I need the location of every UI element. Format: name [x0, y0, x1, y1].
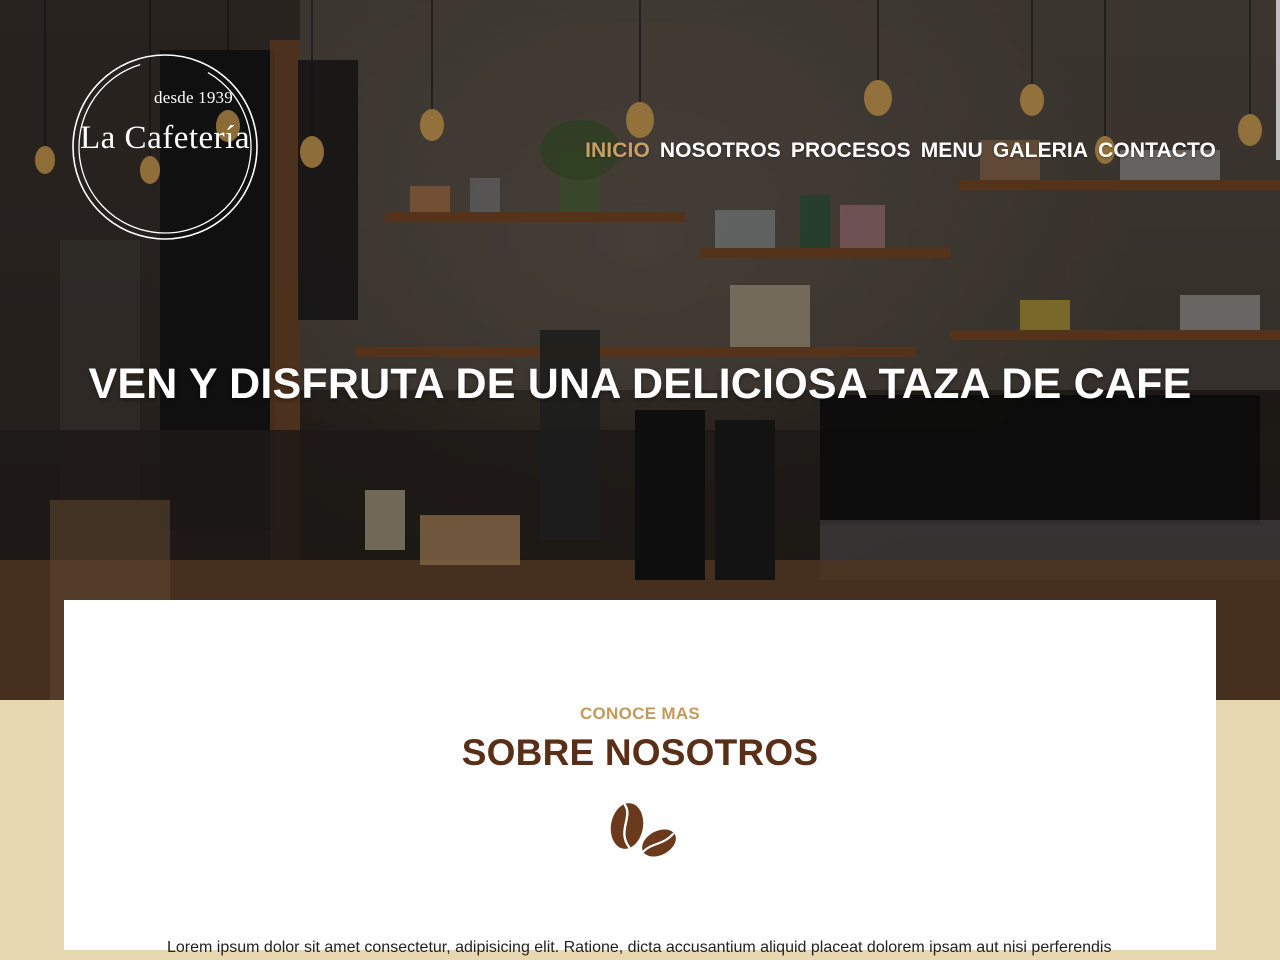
- about-section: CONOCE MAS SOBRE NOSOTROS Lorem ipsum do…: [64, 600, 1216, 956]
- nav-item-galeria[interactable]: GALERIA: [993, 139, 1088, 163]
- nav-item-inicio[interactable]: INICIO: [585, 139, 650, 163]
- hero-title: VEN Y DISFRUTA DE UNA DELICIOSA TAZA DE …: [88, 360, 1192, 408]
- about-heading: SOBRE NOSOTROS: [461, 732, 819, 773]
- nav-item-nosotros[interactable]: NOSOTROS: [660, 139, 781, 163]
- logo-since-text: desde 1939: [154, 88, 233, 107]
- logo[interactable]: desde 1939 La Cafetería: [72, 52, 262, 242]
- nav-item-contacto[interactable]: CONTACTO: [1098, 139, 1216, 163]
- hero-section: desde 1939 La Cafetería INICIO NOSOTROS …: [0, 0, 1280, 700]
- about-paragraph: Lorem ipsum dolor sit amet consectetur, …: [167, 939, 1112, 956]
- coffee-beans-icon: [610, 803, 676, 857]
- logo-name-text: La Cafetería: [80, 120, 250, 156]
- about-eyebrow: CONOCE MAS: [579, 704, 701, 723]
- nav-item-procesos[interactable]: PROCESOS: [791, 139, 911, 163]
- main-nav: INICIO NOSOTROS PROCESOS MENU GALERIA CO…: [585, 139, 1216, 163]
- scrollbar[interactable]: [1276, 0, 1280, 160]
- nav-item-menu[interactable]: MENU: [921, 139, 983, 163]
